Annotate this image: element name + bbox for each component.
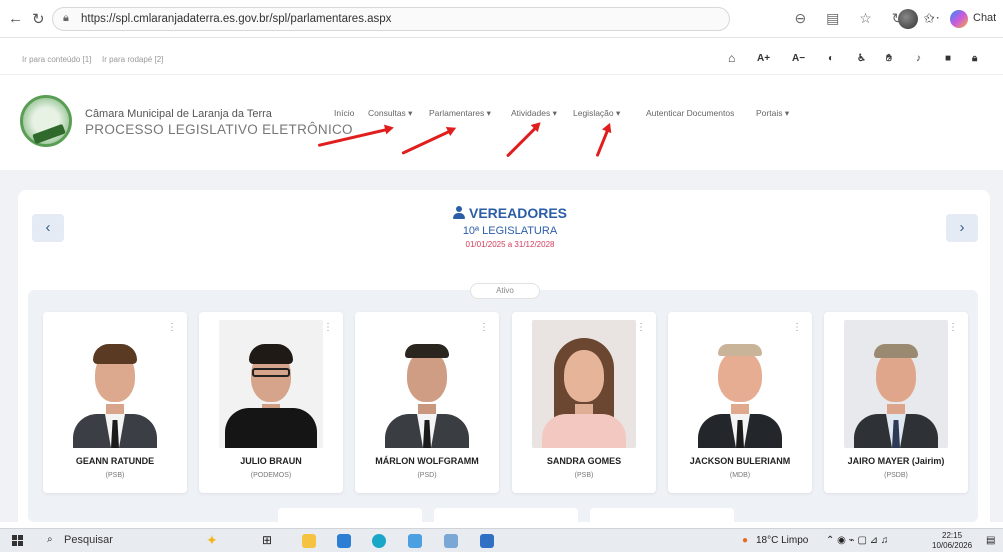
url-text: https://spl.cmlaranjadaterra.es.gov.br/s… bbox=[81, 13, 392, 25]
status-filter-pill[interactable]: Ativo bbox=[470, 283, 540, 299]
edge-icon[interactable] bbox=[372, 534, 386, 548]
card-menu-icon[interactable]: ⋮ bbox=[948, 322, 958, 333]
app-icon[interactable] bbox=[444, 534, 458, 548]
notifications-icon[interactable]: ▤ bbox=[986, 535, 995, 546]
widgets-sparkle-icon[interactable]: ✦ bbox=[206, 532, 218, 549]
lock-icon: 🔒︎ bbox=[63, 12, 69, 24]
weather-text[interactable]: 18°C Limpo bbox=[756, 535, 808, 546]
windows-start-icon[interactable] bbox=[12, 535, 24, 547]
search-icon[interactable]: ⌕ bbox=[47, 534, 53, 545]
councillor-card[interactable]: ⋮ MÁRLON WOLFGRAMM (PSD) bbox=[355, 312, 499, 493]
section-title: VEREADORES bbox=[468, 205, 568, 221]
menu-atividades[interactable]: Atividades ▾ bbox=[511, 108, 557, 119]
font-decrease-button[interactable]: A− bbox=[792, 53, 805, 64]
chat-label[interactable]: Chat bbox=[973, 12, 996, 24]
menu-parlamentares[interactable]: Parlamentares ▾ bbox=[429, 108, 491, 119]
legislature-heading: VEREADORES 10ª LEGISLATURA 01/01/2025 a … bbox=[430, 205, 590, 249]
next-legislature-button[interactable]: › bbox=[946, 214, 978, 242]
login-lock-icon[interactable]: 🔒︎ bbox=[972, 53, 977, 64]
councillor-party: (PSDB) bbox=[884, 472, 908, 479]
menu-autenticar-documentos[interactable]: Autenticar Documentos bbox=[646, 108, 734, 118]
audio-icon[interactable]: ♪ bbox=[916, 53, 921, 64]
taskbar-clock[interactable]: 22:15 10/06/2026 bbox=[932, 531, 972, 551]
card-menu-icon[interactable]: ⋮ bbox=[167, 322, 177, 333]
councillor-name: JAIRO MAYER (Jairim) bbox=[847, 456, 945, 466]
councillor-name: GEANN RATUNDE bbox=[75, 456, 155, 466]
councillor-name: JULIO BRAUN bbox=[240, 456, 302, 466]
clock-time: 22:15 bbox=[942, 531, 963, 540]
councillor-card[interactable]: ⋮ JAIRO MAYER (Jairim) (PSDB) bbox=[824, 312, 968, 493]
councillor-card[interactable]: ⋮ SANDRA GOMES (PSB) bbox=[512, 312, 656, 493]
file-explorer-icon[interactable] bbox=[302, 534, 316, 548]
previous-legislature-button[interactable]: ‹ bbox=[32, 214, 64, 242]
app-icon[interactable] bbox=[480, 534, 494, 548]
reload-icon[interactable]: ↻ bbox=[32, 10, 45, 28]
skip-to-footer-link[interactable]: Ir para rodapé [2] bbox=[102, 55, 163, 64]
menu-inicio[interactable]: Início bbox=[334, 108, 354, 118]
contrast-icon[interactable]: ◐ bbox=[828, 53, 834, 64]
taskbar-search[interactable]: Pesquisar bbox=[64, 534, 113, 546]
accessibility-icon[interactable]: ♿︎ bbox=[857, 53, 866, 64]
councillor-name: MÁRLON WOLFGRAMM bbox=[375, 456, 479, 466]
councillor-party: (PODEMOS) bbox=[250, 472, 292, 479]
site-subtitle: PROCESSO LEGISLATIVO ELETRÔNICO bbox=[85, 122, 353, 137]
card-menu-icon[interactable]: ⋮ bbox=[792, 322, 802, 333]
menu-legislacao[interactable]: Legislação ▾ bbox=[573, 108, 620, 119]
councillor-card[interactable]: ⋮ JULIO BRAUN (PODEMOS) bbox=[199, 312, 343, 493]
menu-portais[interactable]: Portais ▾ bbox=[756, 108, 789, 119]
more-icon[interactable]: ⋯ bbox=[926, 9, 940, 26]
address-bar[interactable]: 🔒︎ https://spl.cmlaranjadaterra.es.gov.b… bbox=[52, 7, 730, 31]
skip-bar: Ir para conteúdo [1] Ir para rodapé [2] … bbox=[0, 39, 1003, 75]
outlook-icon[interactable] bbox=[408, 534, 422, 548]
councillor-photo bbox=[63, 320, 167, 448]
councillor-name: SANDRA GOMES bbox=[546, 456, 622, 466]
councillor-photo bbox=[844, 320, 948, 448]
clock-date: 10/06/2026 bbox=[932, 541, 973, 550]
councillor-party: (PSD) bbox=[417, 472, 437, 479]
councillor-party: (MDB) bbox=[729, 472, 751, 479]
councillor-card-partial[interactable] bbox=[434, 508, 578, 526]
weather-icon[interactable]: ● bbox=[742, 535, 748, 546]
site-header: Câmara Municipal de Laranja da Terra PRO… bbox=[0, 76, 1003, 170]
menu-consultas[interactable]: Consultas ▾ bbox=[368, 108, 412, 119]
site-title: Câmara Municipal de Laranja da Terra bbox=[85, 108, 272, 120]
legislature-period: 01/01/2025 a 31/12/2028 bbox=[465, 240, 555, 249]
system-tray-icons[interactable]: ⌃ ◉ ⌁ ▢ ⊿ ♫ bbox=[826, 535, 888, 546]
councillor-card[interactable]: ⋮ GEANN RATUNDE (PSB) bbox=[43, 312, 187, 493]
sign-language-icon[interactable]: ✋︎ bbox=[886, 53, 892, 64]
profile-avatar[interactable] bbox=[898, 9, 918, 29]
skip-to-content-link[interactable]: Ir para conteúdo [1] bbox=[22, 55, 91, 64]
card-menu-icon[interactable]: ⋮ bbox=[636, 322, 646, 333]
councillor-card-partial[interactable] bbox=[590, 508, 734, 526]
card-menu-icon[interactable]: ⋮ bbox=[323, 322, 333, 333]
browser-toolbar: ← ↻ 🔒︎ https://spl.cmlaranjadaterra.es.g… bbox=[0, 0, 1003, 38]
card-menu-icon[interactable]: ⋮ bbox=[479, 322, 489, 333]
font-increase-button[interactable]: A+ bbox=[757, 53, 770, 64]
councillor-card[interactable]: ⋮ JACKSON BULERIANM (MDB) bbox=[668, 312, 812, 493]
councillor-card-partial[interactable] bbox=[278, 508, 422, 526]
councillor-party: (PSB) bbox=[574, 472, 594, 479]
home-icon[interactable]: ⌂ bbox=[728, 51, 735, 65]
councillor-photo bbox=[219, 320, 323, 448]
square-icon[interactable]: ■ bbox=[945, 53, 951, 64]
windows-taskbar: ⌕ Pesquisar ✦ ⊞ ● 18°C Limpo ⌃ ◉ ⌁ ▢ ⊿ ♫… bbox=[0, 528, 1003, 552]
councillor-name: JACKSON BULERIANM bbox=[689, 456, 791, 466]
task-view-icon[interactable]: ⊞ bbox=[262, 533, 272, 547]
back-icon[interactable]: ← bbox=[8, 10, 23, 27]
councillor-photo bbox=[532, 320, 636, 448]
users-icon bbox=[452, 206, 465, 219]
store-icon[interactable] bbox=[337, 534, 351, 548]
councillor-photo bbox=[688, 320, 792, 448]
browser-action-icons[interactable]: ⊖ ▤ ☆ ↻ ✩ bbox=[794, 10, 943, 27]
chamber-logo[interactable] bbox=[20, 95, 72, 147]
councillor-party: (PSB) bbox=[105, 472, 125, 479]
copilot-icon[interactable] bbox=[950, 10, 968, 28]
legislature-number: 10ª LEGISLATURA bbox=[462, 225, 558, 237]
councillor-photo bbox=[375, 320, 479, 448]
